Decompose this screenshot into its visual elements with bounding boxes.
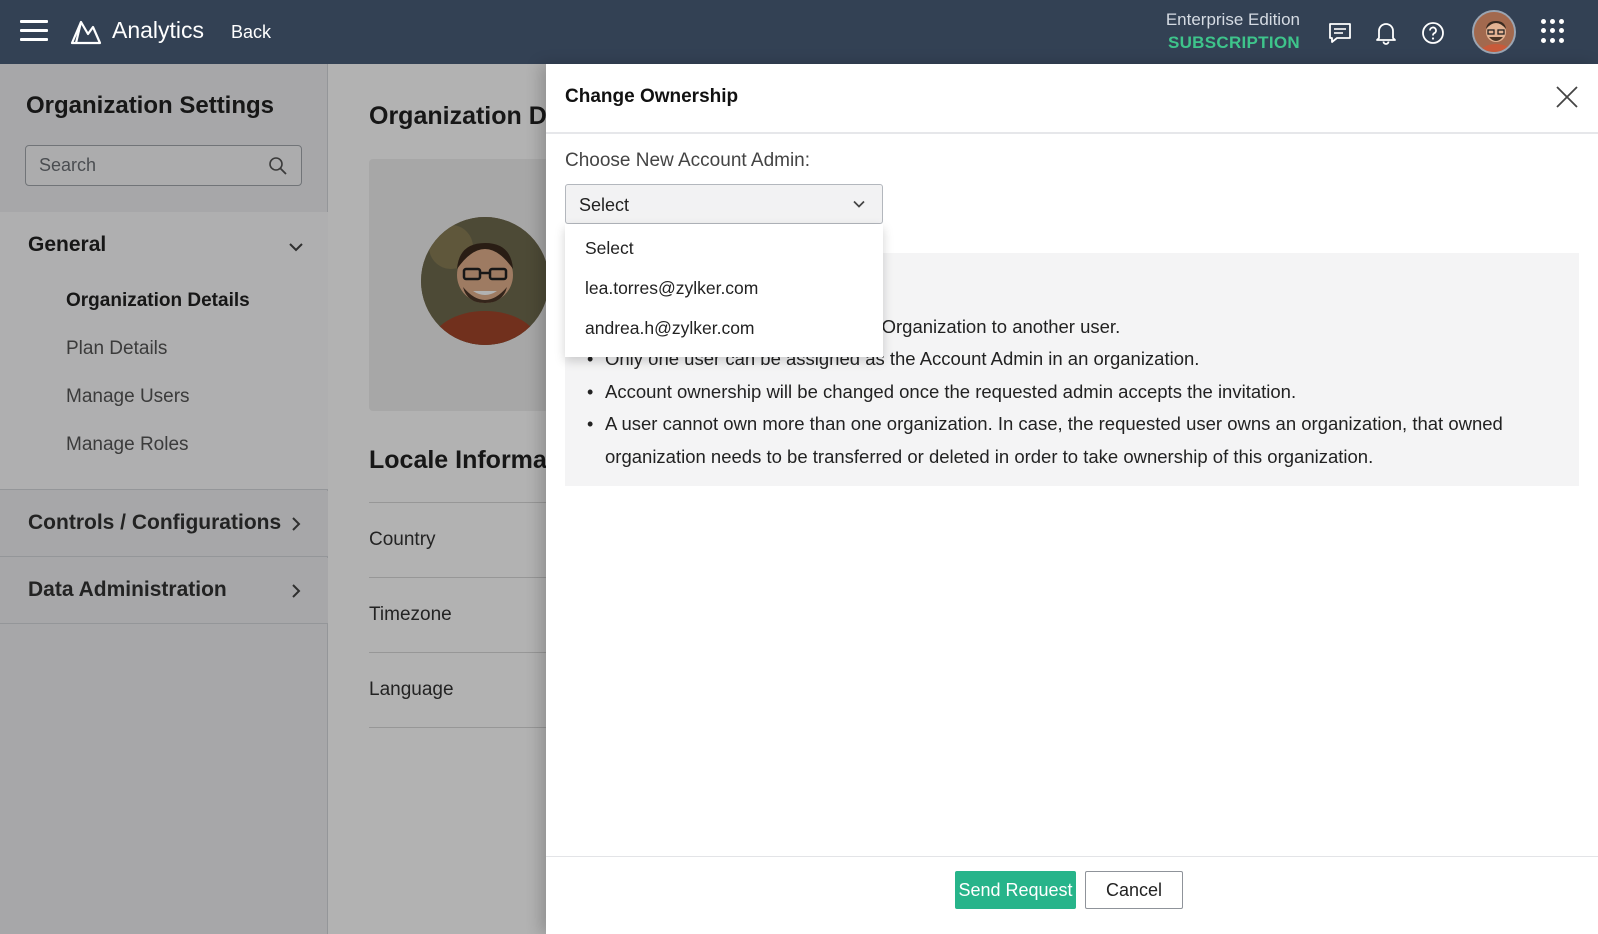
new-admin-label: Choose New Account Admin: <box>565 150 811 171</box>
info-item: Account ownership will be changed once t… <box>587 376 1547 409</box>
user-photo-icon <box>1474 12 1514 52</box>
modal-overlay[interactable] <box>0 64 549 934</box>
bell-icon[interactable] <box>1373 20 1399 46</box>
send-request-button[interactable]: Send Request <box>955 871 1076 909</box>
panel-footer: Send Request Cancel <box>546 856 1598 934</box>
info-item: A user cannot own more than one organiza… <box>587 408 1547 473</box>
dropdown-option-select[interactable]: Select <box>585 238 634 259</box>
subscription-link[interactable]: SUBSCRIPTION <box>1166 33 1300 53</box>
close-icon[interactable] <box>1554 84 1580 110</box>
chevron-down-icon <box>853 200 865 208</box>
avatar[interactable] <box>1472 10 1516 54</box>
top-bar: Analytics Back Enterprise Edition SUBSCR… <box>0 0 1598 64</box>
app-window: Analytics Back Enterprise Edition SUBSCR… <box>0 0 1598 934</box>
admin-dropdown-list: Select lea.torres@zylker.com andrea.h@zy… <box>565 224 883 357</box>
panel-header: Change Ownership <box>546 64 1598 134</box>
change-ownership-panel: Change Ownership Choose New Account Admi… <box>546 64 1598 934</box>
app-title: Analytics <box>112 17 205 43</box>
analytics-logo-icon <box>70 20 102 45</box>
select-value: Select <box>579 195 630 215</box>
back-link[interactable]: Back <box>231 22 271 43</box>
edition-info: Enterprise Edition SUBSCRIPTION <box>1166 10 1300 53</box>
chat-icon[interactable] <box>1327 20 1353 46</box>
admin-select[interactable]: Select <box>565 184 883 224</box>
apps-grid-icon[interactable] <box>1541 19 1565 43</box>
dropdown-option-lea-torres[interactable]: lea.torres@zylker.com <box>585 278 758 299</box>
edition-name: Enterprise Edition <box>1165 10 1300 29</box>
help-icon[interactable] <box>1420 20 1446 46</box>
menu-icon[interactable] <box>20 20 48 44</box>
dropdown-option-andrea-h[interactable]: andrea.h@zylker.com <box>585 318 755 339</box>
panel-title: Change Ownership <box>565 86 739 107</box>
cancel-button[interactable]: Cancel <box>1085 871 1183 909</box>
